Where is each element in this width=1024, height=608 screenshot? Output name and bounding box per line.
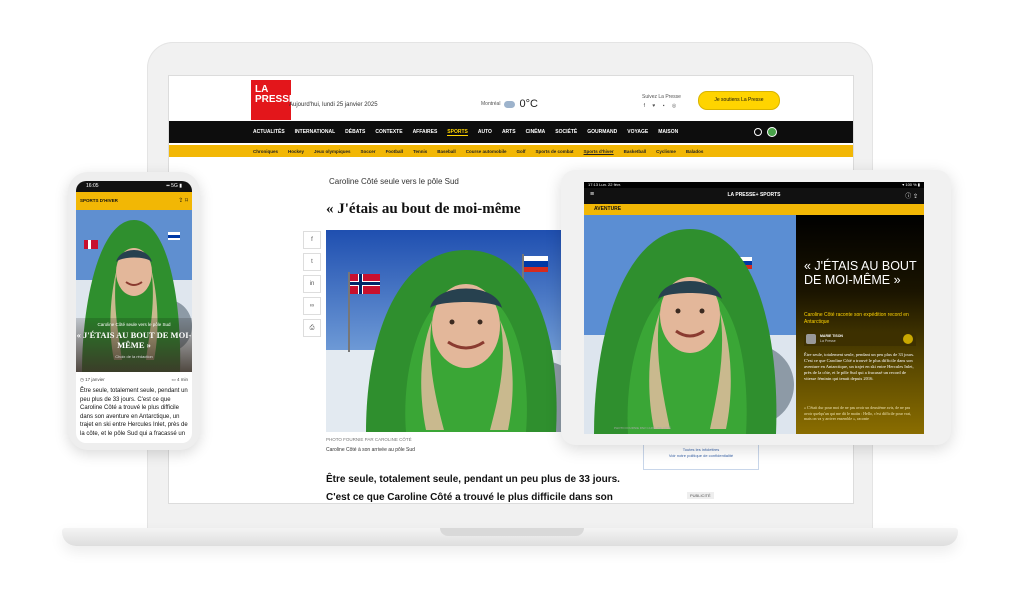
- phone-title: « J'ÉTAIS AU BOUT DE MOI-MÊME »: [76, 330, 192, 350]
- photo-caption: Caroline Côté à son arrivée au pôle Sud: [326, 447, 415, 453]
- subnav-item[interactable]: Sports d'hiver: [584, 149, 614, 154]
- subnav-item[interactable]: Chroniques: [253, 149, 278, 154]
- subnav-item[interactable]: Baseball: [437, 149, 456, 154]
- tablet-header: ≡ LA PRESSE+ SPORTS ⓘ ⇪: [584, 188, 924, 204]
- tablet-screen: 17:13 Lun. 22 févr. ▾ 100 % ▮ ≡ LA PRESS…: [584, 182, 924, 434]
- share-icon[interactable]: ⇪ ⌑: [178, 197, 188, 204]
- subnav-item[interactable]: Jeux olympiques: [314, 149, 351, 154]
- nav-item-international[interactable]: INTERNATIONAL: [295, 129, 335, 135]
- nav-item-arts[interactable]: ARTS: [502, 129, 516, 135]
- photo-credit: PHOTO FOURNIE PAR CAROLINE CÔTÉ: [326, 437, 412, 442]
- tablet-subtitle: Caroline Côté raconte son expédition rec…: [804, 312, 909, 325]
- phone-status-bar: 16:05 ▪▪ 5G ▮: [76, 181, 192, 192]
- author-org: La Presse: [820, 339, 836, 343]
- tablet-photo-credit: PHOTO FOURNIE PAR CAROLINE CÔTÉ: [614, 426, 672, 430]
- avatar: [806, 334, 816, 344]
- subnav-item[interactable]: Sports de combat: [536, 149, 574, 154]
- follow-label: Suivez La Presse: [642, 94, 681, 100]
- phone-section-label: SPORTS D'HIVER: [80, 198, 118, 203]
- phone-time: 16:05: [86, 183, 99, 189]
- subnav-item[interactable]: Tennis: [413, 149, 427, 154]
- la-presse-logo[interactable]: LA PRESSE: [251, 80, 296, 120]
- weather-temp: 0°C: [519, 98, 538, 110]
- author-name: MARIE TISON: [820, 334, 843, 338]
- user-icon[interactable]: [767, 127, 777, 137]
- phone-date: ◷ 17 janvier: [80, 377, 105, 382]
- privacy-link[interactable]: Voir notre politique de confidentialité: [644, 453, 758, 459]
- logo-line-2: PRESSE: [255, 94, 296, 105]
- tablet-body: Être seule, totalement seule, pendant un…: [804, 352, 915, 381]
- facebook-icon[interactable]: f: [303, 231, 321, 249]
- subnav-item[interactable]: Basketball: [624, 149, 647, 154]
- nav-item-auto[interactable]: AUTO: [478, 129, 492, 135]
- battery-icon: ▾ 100 % ▮: [902, 182, 920, 187]
- weather-widget[interactable]: Montréal 0°C: [481, 98, 538, 110]
- social-icons[interactable]: f ♥ ▪ ◎: [642, 103, 681, 109]
- linkedin-icon[interactable]: in: [303, 275, 321, 293]
- tablet-title-panel: « J'ÉTAIS AU BOUT DE MOI-MÊME » Caroline…: [796, 215, 924, 434]
- article-photo: [326, 230, 586, 432]
- phone-screen: 16:05 ▪▪ 5G ▮ SPORTS D'HIVER ⇪ ⌑ Carolin…: [76, 181, 192, 443]
- subnav-item[interactable]: Soccer: [361, 149, 376, 154]
- tablet-section-bar: AVENTURE: [584, 204, 924, 215]
- nav-item-gourmand[interactable]: GOURMAND: [587, 129, 617, 135]
- info-icon[interactable]: ⓘ ⇪: [905, 191, 918, 200]
- weather-city: Montréal: [481, 101, 501, 107]
- nav-item-maison[interactable]: MAISON: [658, 129, 678, 135]
- phone-section-header: SPORTS D'HIVER ⇪ ⌑: [76, 192, 192, 210]
- subnav-item[interactable]: Cyclisme: [656, 149, 676, 154]
- audio-icon[interactable]: [903, 334, 913, 344]
- phone-byline: Choix de la rédaction: [115, 354, 153, 359]
- phone-meta: ◷ 17 janvier ▭ 4 min: [80, 377, 188, 383]
- subnav-item[interactable]: Golf: [517, 149, 526, 154]
- twitter-icon[interactable]: t: [303, 253, 321, 271]
- phone-read-time: ▭ 4 min: [171, 377, 188, 382]
- search-icon[interactable]: [754, 128, 762, 136]
- tablet-time: 17:13 Lun. 22 févr.: [588, 182, 622, 187]
- share-rail: f t in ∞ ⎙: [303, 231, 321, 341]
- ad-label: PUBLICITÉ: [687, 492, 714, 499]
- nav-item-débats[interactable]: DÉBATS: [345, 129, 365, 135]
- cloud-icon: [504, 100, 516, 108]
- nav-item-voyage[interactable]: VOYAGE: [627, 129, 648, 135]
- subnav-item[interactable]: Balados: [686, 149, 704, 154]
- phone-kicker: Caroline Côté seule vers le pôle Sud: [97, 322, 171, 327]
- author-card[interactable]: MARIE TISON La Presse: [804, 332, 916, 346]
- article-title: « J'étais au bout de moi-même: [326, 201, 521, 217]
- laptop-notch: [440, 528, 584, 536]
- article-kicker: Caroline Côté seule vers le pôle Sud: [329, 177, 459, 186]
- print-icon[interactable]: ⎙: [303, 319, 321, 337]
- subnav-item[interactable]: Hockey: [288, 149, 304, 154]
- phone-title-overlay: Caroline Côté seule vers le pôle Sud « J…: [76, 318, 192, 372]
- main-nav: ACTUALITÉS INTERNATIONAL DÉBATS CONTEXTE AFF…: [169, 121, 853, 143]
- nav-item-cinéma[interactable]: CINÉMA: [526, 129, 546, 135]
- nav-item-sports[interactable]: SPORTS: [447, 129, 468, 136]
- nav-item-affaires[interactable]: AFFAIRES: [413, 129, 438, 135]
- nav-item-société[interactable]: SOCIÉTÉ: [555, 129, 577, 135]
- nav-item-contexte[interactable]: CONTEXTE: [375, 129, 402, 135]
- support-button[interactable]: Je soutiens La Presse: [698, 91, 780, 110]
- link-icon[interactable]: ∞: [303, 297, 321, 315]
- tablet-article-photo: [584, 215, 796, 434]
- site-date: Aujourd'hui, lundi 25 janvier 2025: [289, 102, 378, 108]
- tablet-section-label: AVENTURE: [594, 206, 622, 212]
- subnav-item[interactable]: Football: [386, 149, 404, 154]
- sub-nav: Chroniques Hockey Jeux olympiques Soccer Foo…: [169, 145, 853, 157]
- phone-article-body: Être seule, totalement seule, pendant un…: [80, 388, 188, 437]
- tablet-quote: « C'était dur pour moi de ne pas avoir u…: [804, 405, 912, 421]
- signal-icon: ▪▪ 5G ▮: [166, 183, 182, 189]
- subnav-item[interactable]: Course automobile: [466, 149, 507, 154]
- tablet-brand: LA PRESSE+ SPORTS: [727, 192, 781, 198]
- follow-block: Suivez La Presse f ♥ ▪ ◎: [642, 94, 681, 109]
- tablet-title: « J'ÉTAIS AU BOUT DE MOI-MÊME »: [804, 259, 917, 287]
- nav-item-actualités[interactable]: ACTUALITÉS: [253, 129, 285, 135]
- article-body: Être seule, totalement seule, pendant un…: [326, 474, 620, 503]
